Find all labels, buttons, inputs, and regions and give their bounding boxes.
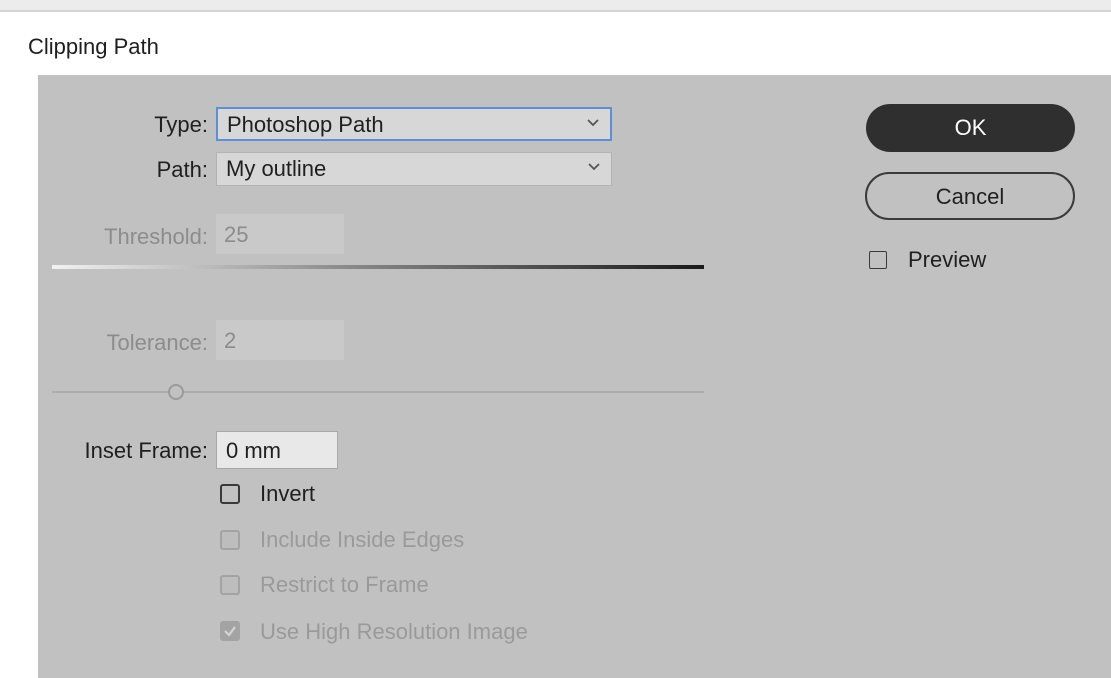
- preview-label[interactable]: Preview: [908, 247, 986, 273]
- path-select-value: My outline: [226, 156, 327, 181]
- restrict-to-frame-label: Restrict to Frame: [260, 572, 429, 597]
- cancel-button-label: Cancel: [935, 184, 1005, 209]
- include-inside-edges-checkbox: [220, 530, 240, 550]
- ok-button[interactable]: OK: [866, 104, 1075, 152]
- inset-frame-value: 0 mm: [226, 438, 281, 463]
- dialog-titlebar: Clipping Path: [0, 12, 1111, 75]
- type-select-value: Photoshop Path: [227, 112, 384, 137]
- type-label: Type:: [154, 112, 208, 137]
- path-label: Path:: [156, 157, 208, 182]
- tolerance-field: 2: [216, 320, 344, 360]
- tolerance-slider-knob: [167, 384, 184, 400]
- inset-frame-label: Inset Frame:: [84, 438, 208, 463]
- use-high-resolution-image-checkbox: [220, 621, 240, 641]
- invert-checkbox[interactable]: [220, 484, 240, 504]
- checkmark-icon: [224, 626, 236, 637]
- tolerance-label: Tolerance:: [106, 330, 208, 355]
- invert-label[interactable]: Invert: [260, 481, 315, 507]
- threshold-slider: [52, 265, 704, 269]
- tolerance-value: 2: [224, 328, 237, 353]
- ok-button-label: OK: [954, 115, 987, 140]
- inset-frame-input[interactable]: 0 mm: [216, 431, 338, 469]
- threshold-label: Threshold:: [104, 224, 208, 249]
- threshold-value: 25: [224, 222, 249, 247]
- chevron-down-icon: [588, 163, 600, 171]
- tolerance-slider: [52, 391, 704, 393]
- dialog-title: Clipping Path: [28, 34, 159, 59]
- preview-checkbox[interactable]: [869, 251, 887, 269]
- include-inside-edges-label: Include Inside Edges: [260, 527, 465, 552]
- chevron-down-icon: [587, 119, 599, 127]
- cancel-button[interactable]: Cancel: [865, 172, 1075, 220]
- threshold-field: 25: [216, 214, 344, 254]
- type-select[interactable]: Photoshop Path: [216, 107, 612, 141]
- use-high-resolution-image-label: Use High Resolution Image: [260, 619, 528, 644]
- path-select[interactable]: My outline: [216, 152, 612, 186]
- window-top-strip: [0, 0, 1111, 12]
- restrict-to-frame-checkbox: [220, 575, 240, 595]
